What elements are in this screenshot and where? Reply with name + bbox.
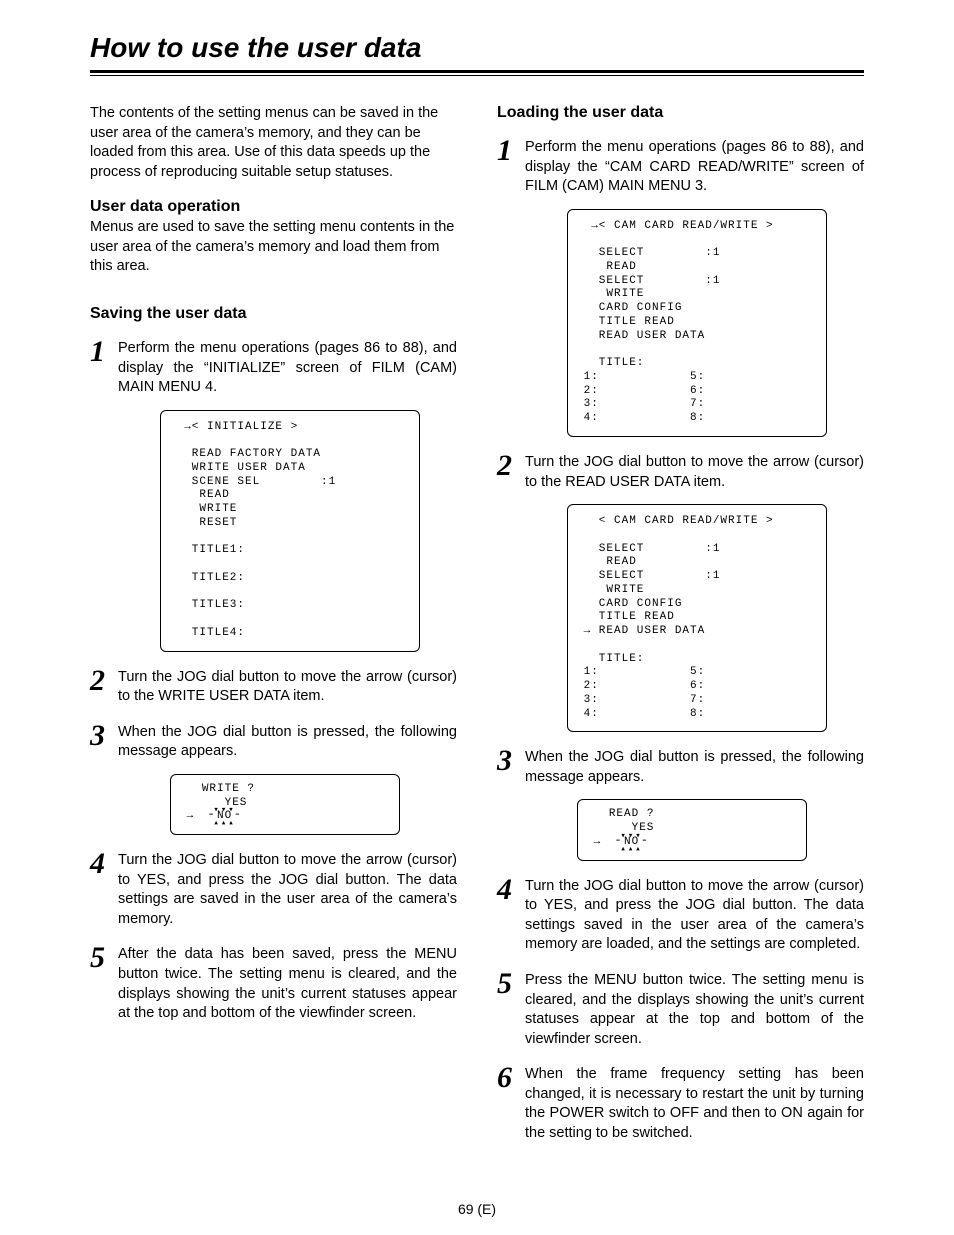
page-number: 69 (E): [0, 1201, 954, 1217]
step-text: Perform the menu operations (pages 86 to…: [118, 339, 457, 398]
screen-cam-card-1: →< CAM CARD READ/WRITE > SELECT :1 READ …: [567, 209, 827, 437]
right-step-2: 2 Turn the JOG dial button to move the a…: [497, 453, 864, 492]
step-number-icon: 5: [497, 971, 525, 995]
screen-cam-card-2: < CAM CARD READ/WRITE > SELECT :1 READ S…: [567, 504, 827, 732]
left-step-1: 1 Perform the menu operations (pages 86 …: [90, 339, 457, 398]
heading-loading-user-data: Loading the user data: [497, 104, 864, 122]
step-number-icon: 1: [90, 339, 118, 363]
left-step-5: 5 After the data has been saved, press t…: [90, 945, 457, 1023]
left-step-2: 2 Turn the JOG dial button to move the a…: [90, 668, 457, 707]
screen-initialize: →< INITIALIZE > READ FACTORY DATA WRITE …: [160, 410, 420, 652]
step-text: Turn the JOG dial button to move the arr…: [525, 877, 864, 955]
step-text: When the JOG dial button is pressed, the…: [525, 748, 864, 787]
heading-user-data-operation: User data operation: [90, 198, 457, 216]
step-number-icon: 4: [90, 851, 118, 875]
step-number-icon: 5: [90, 945, 118, 969]
right-step-3: 3 When the JOG dial button is pressed, t…: [497, 748, 864, 787]
prompt-no-selected: ▾▾▾╴NO╶▴▴▴: [616, 837, 646, 848]
step-text: When the JOG dial button is pressed, the…: [118, 723, 457, 762]
screen-write-prompt: WRITE ? YES → ▾▾▾╴NO╶▴▴▴: [170, 774, 400, 835]
step-number-icon: 3: [90, 723, 118, 747]
step-text: Press the MENU button twice. The setting…: [525, 971, 864, 1049]
right-step-5: 5 Press the MENU button twice. The setti…: [497, 971, 864, 1049]
left-step-3: 3 When the JOG dial button is pressed, t…: [90, 723, 457, 762]
step-number-icon: 4: [497, 877, 525, 901]
left-column: The contents of the setting menus can be…: [90, 104, 457, 1143]
step-text: Turn the JOG dial button to move the arr…: [118, 851, 457, 929]
step-text: Turn the JOG dial button to move the arr…: [525, 453, 864, 492]
intro-text: The contents of the setting menus can be…: [90, 104, 457, 182]
right-column: Loading the user data 1 Perform the menu…: [497, 104, 864, 1143]
right-step-1: 1 Perform the menu operations (pages 86 …: [497, 138, 864, 197]
step-text: After the data has been saved, press the…: [118, 945, 457, 1023]
step-number-icon: 3: [497, 748, 525, 772]
step-number-icon: 1: [497, 138, 525, 162]
user-data-operation-text: Menus are used to save the setting menu …: [90, 218, 457, 277]
right-step-6: 6 When the frame frequency setting has b…: [497, 1065, 864, 1143]
page-title: How to use the user data: [90, 32, 864, 64]
step-number-icon: 2: [497, 453, 525, 477]
heading-saving-user-data: Saving the user data: [90, 305, 457, 323]
prompt-no-selected: ▾▾▾╴NO╶▴▴▴: [209, 811, 239, 822]
left-step-4: 4 Turn the JOG dial button to move the a…: [90, 851, 457, 929]
step-text: When the frame frequency setting has bee…: [525, 1065, 864, 1143]
step-text: Turn the JOG dial button to move the arr…: [118, 668, 457, 707]
screen-read-prompt: READ ? YES → ▾▾▾╴NO╶▴▴▴: [577, 799, 807, 860]
step-number-icon: 6: [497, 1065, 525, 1089]
right-step-4: 4 Turn the JOG dial button to move the a…: [497, 877, 864, 955]
title-rule-thin: [90, 75, 864, 76]
step-text: Perform the menu operations (pages 86 to…: [525, 138, 864, 197]
step-number-icon: 2: [90, 668, 118, 692]
title-rule-thick: [90, 70, 864, 73]
prompt-label: WRITE ?: [202, 783, 255, 795]
prompt-label: READ ?: [609, 808, 655, 820]
